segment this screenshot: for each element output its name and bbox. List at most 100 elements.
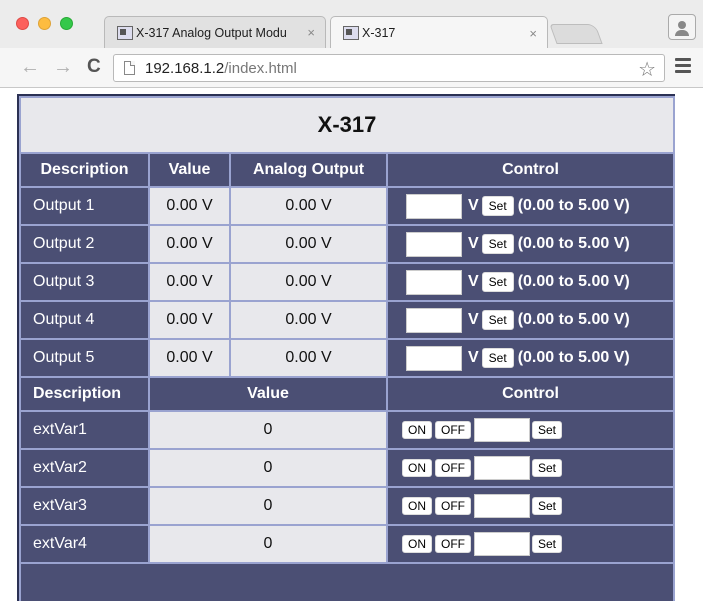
unit-label: V	[468, 273, 479, 291]
off-button[interactable]: OFF	[435, 459, 471, 477]
on-button[interactable]: ON	[402, 535, 432, 553]
output-control: V Set (0.00 to 5.00 V)	[385, 186, 676, 226]
set-button[interactable]: Set	[481, 348, 514, 368]
set-button[interactable]: Set	[532, 459, 563, 477]
close-window-button[interactable]	[16, 17, 29, 30]
page-favicon-icon	[343, 26, 359, 40]
col-header-control: Control	[385, 152, 676, 188]
output-row: Output 3 0.00 V 0.00 V V Set (0.00 to 5.00…	[19, 262, 676, 302]
output-analog-value: 0.00 V	[229, 262, 388, 302]
variable-value: 0	[148, 448, 388, 488]
url-text: 192.168.1.2/index.html	[145, 59, 297, 77]
variable-control: ON OFF Set	[385, 448, 676, 488]
off-button[interactable]: OFF	[435, 421, 471, 439]
col-header-description: Description	[19, 152, 150, 188]
output-analog-value: 0.00 V	[229, 224, 388, 264]
on-button[interactable]: ON	[402, 497, 432, 515]
variable-description: extVar1	[19, 410, 150, 450]
set-button[interactable]: Set	[481, 272, 514, 292]
output-value: 0.00 V	[148, 300, 231, 340]
output-description: Output 3	[19, 262, 150, 302]
tab-title: X-317	[362, 26, 396, 40]
variable-input[interactable]	[474, 532, 530, 556]
page-icon	[124, 61, 135, 75]
on-button[interactable]: ON	[402, 459, 432, 477]
voltage-input[interactable]	[406, 307, 462, 333]
maximize-window-button[interactable]	[60, 17, 73, 30]
unit-label: V	[468, 349, 479, 367]
close-tab-icon[interactable]: ×	[529, 26, 537, 41]
variable-row: extVar3 0 ON OFF Set	[19, 486, 676, 526]
voltage-input[interactable]	[406, 193, 462, 219]
col-header-analog-output: Analog Output	[229, 152, 388, 188]
output-value: 0.00 V	[148, 262, 231, 302]
browser-tab-strip: X-317 Analog Output Modu × X-317 ×	[0, 0, 703, 49]
voltage-input[interactable]	[406, 231, 462, 257]
set-button[interactable]: Set	[481, 310, 514, 330]
output-control: V Set (0.00 to 5.00 V)	[385, 262, 676, 302]
set-button[interactable]: Set	[532, 535, 563, 553]
variable-value: 0	[148, 410, 388, 450]
output-value: 0.00 V	[148, 186, 231, 226]
output-analog-value: 0.00 V	[229, 338, 388, 378]
variable-description: extVar3	[19, 486, 150, 526]
output-analog-value: 0.00 V	[229, 186, 388, 226]
output-row: Output 5 0.00 V 0.00 V V Set (0.00 to 5.00…	[19, 338, 676, 378]
variable-control: ON OFF Set	[385, 486, 676, 526]
close-tab-icon[interactable]: ×	[307, 25, 315, 40]
output-row: Output 2 0.00 V 0.00 V V Set (0.00 to 5.00…	[19, 224, 676, 264]
variable-row: extVar2 0 ON OFF Set	[19, 448, 676, 488]
back-arrow-icon[interactable]: ←	[20, 57, 40, 77]
io-table: X-317 Description Value Analog Output Co…	[18, 96, 676, 601]
variable-description: extVar2	[19, 448, 150, 488]
off-button[interactable]: OFF	[435, 535, 471, 553]
col-header-control: Control	[385, 376, 676, 412]
variable-input[interactable]	[474, 418, 530, 442]
set-button[interactable]: Set	[481, 234, 514, 254]
forward-arrow-icon[interactable]: →	[53, 57, 73, 77]
variable-input[interactable]	[474, 494, 530, 518]
output-control: V Set (0.00 to 5.00 V)	[385, 224, 676, 264]
output-row: Output 4 0.00 V 0.00 V V Set (0.00 to 5.00…	[19, 300, 676, 340]
device-panel: X-317 Description Value Analog Output Co…	[17, 94, 676, 601]
output-analog-value: 0.00 V	[229, 300, 388, 340]
bookmark-star-icon[interactable]: ☆	[638, 57, 656, 82]
browser-tab-2[interactable]: X-317 ×	[330, 16, 548, 49]
col-header-value: Value	[148, 152, 231, 188]
on-button[interactable]: ON	[402, 421, 432, 439]
unit-label: V	[468, 311, 479, 329]
output-description: Output 1	[19, 186, 150, 226]
browser-tab-1[interactable]: X-317 Analog Output Modu ×	[104, 16, 326, 48]
voltage-input[interactable]	[406, 345, 462, 371]
output-description: Output 4	[19, 300, 150, 340]
output-description: Output 2	[19, 224, 150, 264]
browser-toolbar: ← → C 192.168.1.2/index.html ☆	[0, 48, 703, 88]
reload-icon[interactable]: C	[87, 57, 101, 77]
col-header-value: Value	[148, 376, 388, 412]
address-bar[interactable]: 192.168.1.2/index.html ☆	[113, 54, 665, 82]
output-value: 0.00 V	[148, 224, 231, 264]
set-button[interactable]: Set	[481, 196, 514, 216]
output-description: Output 5	[19, 338, 150, 378]
tab-title: X-317 Analog Output Modu	[136, 25, 287, 40]
col-header-description: Description	[19, 376, 150, 412]
output-control: V Set (0.00 to 5.00 V)	[385, 300, 676, 340]
set-button[interactable]: Set	[532, 497, 563, 515]
variable-value: 0	[148, 524, 388, 564]
variable-input[interactable]	[474, 456, 530, 480]
table-footer	[18, 562, 676, 601]
variable-description: extVar4	[19, 524, 150, 564]
set-button[interactable]: Set	[532, 421, 563, 439]
new-tab-button[interactable]	[549, 24, 603, 44]
variable-row: extVar4 0 ON OFF Set	[19, 524, 676, 564]
minimize-window-button[interactable]	[38, 17, 51, 30]
off-button[interactable]: OFF	[435, 497, 471, 515]
voltage-input[interactable]	[406, 269, 462, 295]
range-label: (0.00 to 5.00 V)	[517, 235, 630, 253]
page-content: X-317 Description Value Analog Output Co…	[0, 89, 703, 601]
profile-icon[interactable]	[668, 14, 696, 40]
range-label: (0.00 to 5.00 V)	[517, 349, 630, 367]
variable-control: ON OFF Set	[385, 524, 676, 564]
menu-icon[interactable]	[675, 58, 691, 76]
output-value: 0.00 V	[148, 338, 231, 378]
